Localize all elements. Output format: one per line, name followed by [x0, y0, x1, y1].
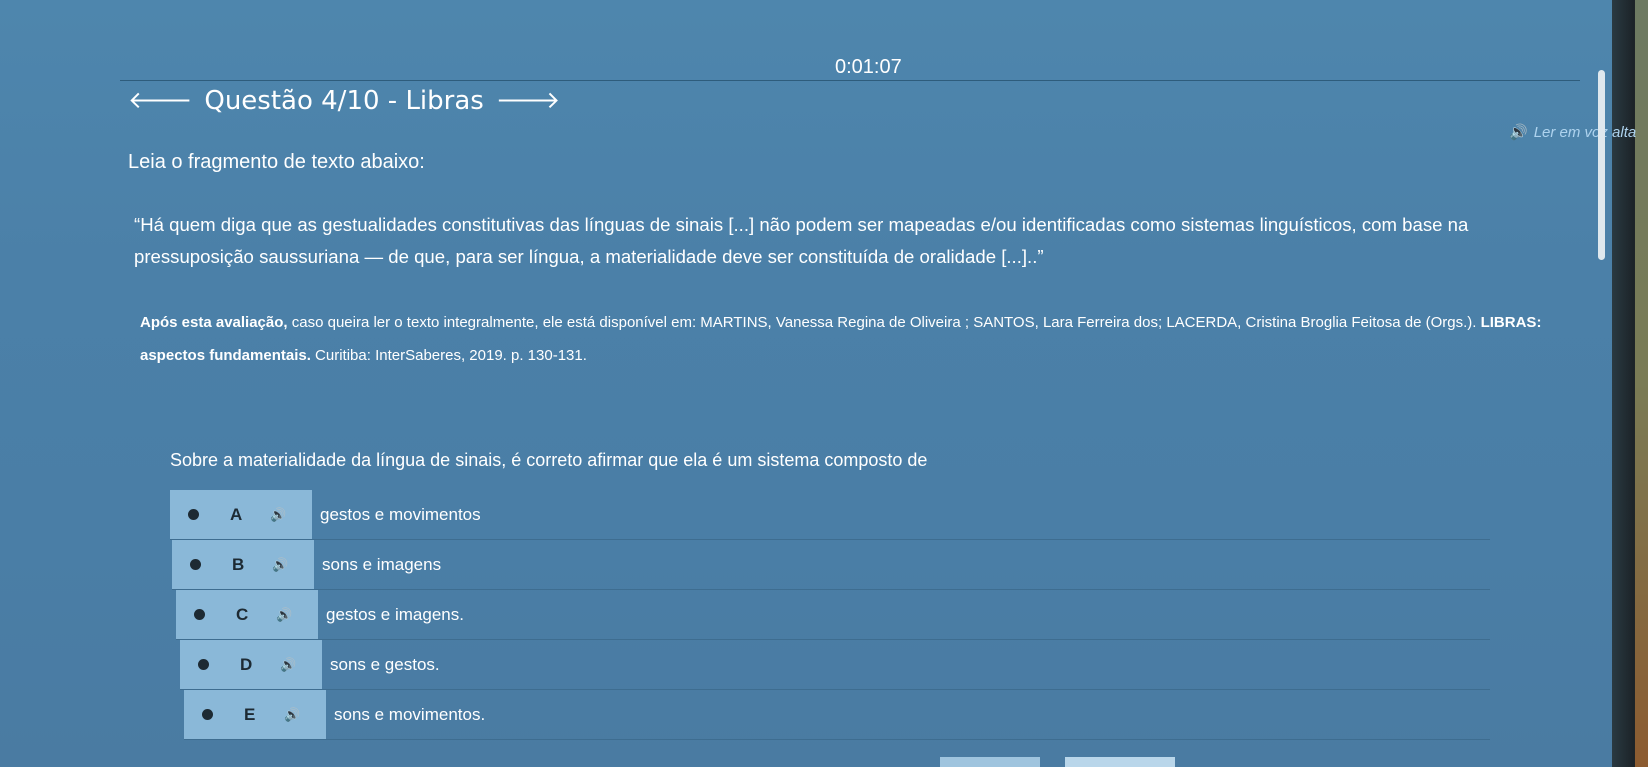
timer: 0:01:07 — [835, 56, 902, 78]
question-header: 🡐 Questão 4/10 - Libras 🡒 — [128, 86, 560, 116]
option-a[interactable]: A 🔊 gestos e movimentos — [170, 490, 1490, 540]
quote-text: “Há quem diga que as gestualidades const… — [134, 214, 1469, 267]
option-letter-cell: C 🔊 — [176, 590, 318, 639]
question-prompt: Sobre a materialidade da língua de sinai… — [170, 450, 928, 470]
bottom-button[interactable] — [940, 757, 1040, 767]
option-letter-cell: B 🔊 — [172, 540, 314, 589]
read-aloud-button[interactable]: 🔊 Ler em voz alta — [1509, 123, 1636, 141]
radio-button[interactable] — [202, 709, 213, 720]
option-letter: E — [244, 704, 256, 724]
speaker-icon[interactable]: 🔊 — [270, 507, 286, 523]
option-c[interactable]: C 🔊 gestos e imagens. — [176, 590, 1490, 640]
header-divider — [120, 80, 1580, 81]
speaker-icon[interactable]: 🔊 — [272, 557, 288, 573]
option-text: sons e imagens — [322, 554, 442, 574]
option-text: gestos e movimentos — [320, 504, 481, 524]
option-text: gestos e imagens. — [326, 604, 464, 624]
option-b[interactable]: B 🔊 sons e imagens — [172, 540, 1490, 590]
option-letter: B — [232, 554, 245, 574]
radio-button[interactable] — [188, 509, 199, 520]
citation-body: caso queira ler o texto integralmente, e… — [287, 314, 1477, 331]
scrollbar[interactable] — [1598, 70, 1605, 260]
option-letter-cell: D 🔊 — [180, 640, 322, 689]
option-d[interactable]: D 🔊 sons e gestos. — [180, 640, 1490, 690]
bottom-button[interactable] — [1065, 757, 1175, 767]
option-letter-cell: A 🔊 — [170, 490, 312, 539]
option-e[interactable]: E 🔊 sons e movimentos. — [184, 690, 1490, 740]
radio-button[interactable] — [194, 609, 205, 620]
citation-lead: Após esta avaliação, — [140, 314, 288, 331]
option-letter: D — [240, 654, 253, 674]
radio-button[interactable] — [198, 659, 209, 670]
speaker-icon: 🔊 — [1509, 124, 1528, 141]
radio-button[interactable] — [190, 559, 201, 570]
option-text: sons e movimentos. — [334, 704, 486, 724]
option-letter: C — [236, 604, 249, 624]
read-aloud-label: Ler em voz alta — [1533, 124, 1637, 141]
option-letter-cell: E 🔊 — [184, 690, 326, 739]
option-text: sons e gestos. — [330, 654, 440, 674]
speaker-icon[interactable]: 🔊 — [284, 707, 300, 723]
background-wall — [1635, 0, 1648, 767]
instruction-text: Leia o fragmento de texto abaixo: — [128, 151, 425, 173]
question-title: Questão 4/10 - Libras — [204, 86, 484, 116]
citation: Após esta avaliação, caso queira ler o t… — [140, 306, 1570, 372]
arrow-left-icon[interactable]: 🡐 — [128, 89, 192, 113]
speaker-icon[interactable]: 🔊 — [276, 607, 292, 623]
options-list: A 🔊 gestos e movimentos B 🔊 sons e image… — [170, 490, 1490, 740]
arrow-right-icon[interactable]: 🡒 — [496, 89, 560, 113]
option-letter: A — [230, 504, 243, 524]
speaker-icon[interactable]: 🔊 — [280, 657, 296, 673]
citation-tail: Curitiba: InterSaberes, 2019. p. 130-131… — [310, 347, 587, 364]
